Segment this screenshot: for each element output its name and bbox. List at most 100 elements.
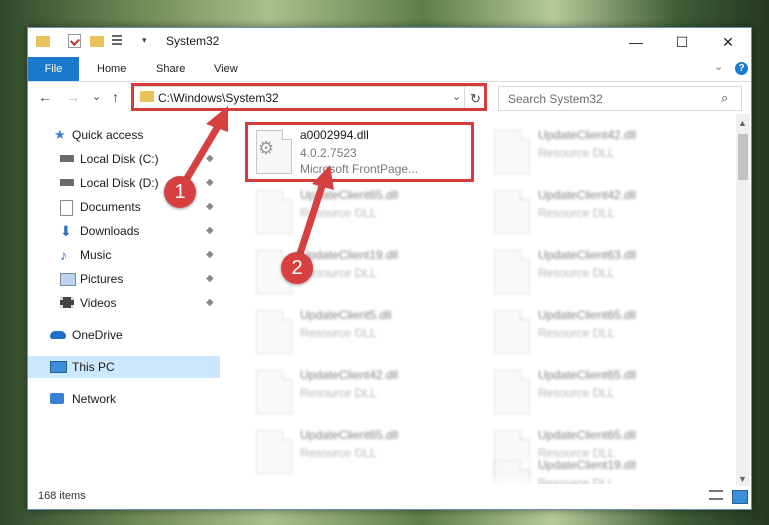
properties-icon[interactable] [68, 34, 81, 48]
address-highlight-box [131, 83, 487, 111]
maximize-button[interactable]: ☐ [659, 28, 705, 56]
file-item[interactable]: UpdateClient65.dll Resource DLL [250, 426, 476, 480]
sidebar-item-this-pc[interactable]: This PC [28, 356, 220, 378]
file-item[interactable]: UpdateClient42.dll Resource DLL [488, 126, 714, 180]
file-name: UpdateClient65.dll [300, 188, 399, 202]
onedrive-icon [50, 331, 66, 339]
sidebar-item-videos[interactable]: Videos ◆ [28, 292, 220, 314]
details-view-icon[interactable] [709, 490, 723, 500]
music-icon: ♪ [60, 247, 67, 263]
sidebar-item-label: Local Disk (C:) [80, 152, 159, 166]
sidebar-item-downloads[interactable]: ⬇ Downloads ◆ [28, 220, 220, 242]
scroll-down-icon[interactable]: ▼ [738, 474, 747, 484]
file-item[interactable]: UpdateClient65.dll Resource DLL [250, 186, 476, 240]
file-type: Resource DLL [538, 266, 615, 280]
pin-icon[interactable]: ◆ [206, 148, 214, 170]
vertical-scrollbar[interactable]: ▲ ▼ [736, 114, 750, 488]
file-name: UpdateClient63.dll [538, 248, 637, 262]
chevron-down-icon[interactable]: ▾ [142, 35, 156, 49]
pin-icon[interactable]: ◆ [206, 292, 214, 314]
step-1-badge: 1 [164, 176, 196, 208]
pin-icon[interactable]: ◆ [206, 268, 214, 290]
recent-locations-button[interactable]: ⌄ [92, 90, 101, 103]
file-name: UpdateClient42.dll [538, 128, 637, 142]
dll-file-icon [494, 310, 530, 354]
sidebar-item-label: Videos [80, 296, 117, 310]
tiles-view-icon[interactable] [732, 490, 748, 504]
file-item[interactable]: UpdateClient65.dll Resource DLL [488, 366, 714, 420]
file-name: UpdateClient42.dll [538, 188, 637, 202]
forward-button[interactable]: → [66, 89, 80, 105]
pin-icon[interactable]: ◆ [206, 244, 214, 266]
search-input[interactable]: Search System32 [508, 92, 603, 106]
file-name: UpdateClient19.dll [538, 458, 637, 472]
minimize-button[interactable]: — [613, 28, 659, 56]
file-name: UpdateClient65.dll [538, 308, 637, 322]
tab-share[interactable]: Share [156, 57, 185, 81]
star-icon: ★ [54, 127, 66, 142]
search-box[interactable]: Search System32 ⌕ [498, 86, 742, 111]
close-button[interactable]: ✕ [705, 28, 751, 56]
navigation-pane: ★ Quick access Local Disk (C:) ◆ Local D… [28, 120, 220, 480]
back-button[interactable]: ← [38, 89, 52, 105]
file-item[interactable]: UpdateClient65.dll Resource DLL [488, 306, 714, 360]
sidebar-item-local-disk-c[interactable]: Local Disk (C:) ◆ [28, 148, 220, 170]
sidebar-item-label: Quick access [72, 128, 144, 142]
scroll-up-icon[interactable]: ▲ [738, 118, 747, 128]
search-icon[interactable]: ⌕ [721, 90, 728, 106]
status-bar: 168 items [28, 486, 751, 508]
file-item[interactable]: UpdateClient63.dll Resource DLL [488, 246, 714, 300]
scroll-thumb[interactable] [738, 134, 748, 180]
dll-file-icon [494, 370, 530, 414]
sidebar-item-label: Pictures [80, 272, 124, 286]
sidebar-item-quick-access[interactable]: ★ Quick access [28, 124, 220, 146]
file-type: Resource DLL [300, 326, 377, 340]
up-button[interactable]: ↑ [112, 89, 119, 105]
drive-icon [60, 155, 74, 162]
pin-icon[interactable]: ◆ [206, 196, 214, 218]
tab-view[interactable]: View [214, 57, 238, 81]
sidebar-item-pictures[interactable]: Pictures ◆ [28, 268, 220, 290]
dll-file-icon [494, 250, 530, 294]
pin-icon[interactable]: ◆ [206, 172, 214, 194]
tab-home[interactable]: Home [97, 57, 126, 81]
file-item[interactable]: UpdateClient42.dll Resource DLL [250, 366, 476, 420]
file-name: UpdateClient19.dll [300, 248, 399, 262]
sidebar-item-label: Documents [80, 200, 141, 214]
dll-file-icon [256, 370, 292, 414]
pictures-icon [60, 273, 76, 286]
dll-file-icon [256, 430, 292, 474]
file-item[interactable]: UpdateClient19.dll Resource DLL [488, 456, 714, 484]
file-item[interactable]: UpdateClient42.dll Resource DLL [488, 186, 714, 240]
item-count: 168 items [38, 490, 86, 502]
dll-file-icon [256, 310, 292, 354]
pc-icon [50, 361, 67, 373]
folder-icon [36, 36, 50, 47]
sidebar-item-label: Local Disk (D:) [80, 176, 159, 190]
file-type: Resource DLL [538, 476, 615, 484]
file-type: Resource DLL [300, 446, 377, 460]
customize-toolbar-icon[interactable] [112, 34, 126, 48]
ribbon-tabs: File Home Share View ⌄ ? [28, 56, 751, 82]
downloads-icon: ⬇ [60, 223, 72, 239]
file-explorer-window: ▾ System32 — ☐ ✕ File Home Share View ⌄ … [27, 27, 752, 510]
sidebar-item-network[interactable]: Network [28, 388, 220, 410]
videos-icon [60, 297, 74, 308]
new-folder-icon[interactable] [90, 36, 104, 47]
sidebar-item-label: OneDrive [72, 328, 123, 342]
tab-file[interactable]: File [28, 57, 79, 81]
file-name: UpdateClient65.dll [538, 368, 637, 382]
file-highlight-box [245, 122, 474, 182]
pin-icon[interactable]: ◆ [206, 220, 214, 242]
sidebar-item-label: This PC [72, 360, 115, 374]
sidebar-item-music[interactable]: ♪ Music ◆ [28, 244, 220, 266]
file-item[interactable]: UpdateClient5.dll Resource DLL [250, 306, 476, 360]
network-icon [50, 393, 64, 404]
sidebar-item-onedrive[interactable]: OneDrive [28, 324, 220, 346]
file-type: Resource DLL [538, 206, 615, 220]
help-icon[interactable]: ? [735, 62, 748, 75]
expand-ribbon-icon[interactable]: ⌄ [714, 60, 723, 73]
file-name: UpdateClient42.dll [300, 368, 399, 382]
dll-file-icon [256, 190, 292, 234]
sidebar-item-label: Network [72, 392, 117, 406]
